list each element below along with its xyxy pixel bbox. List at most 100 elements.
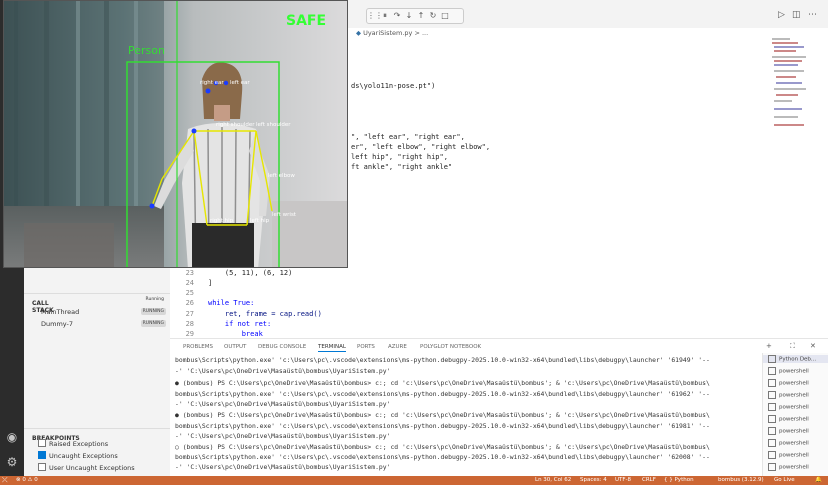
status-bar: ⤫ ⊗ 0 ⚠ 0 Ln 30, Col 62 Spaces: 4 UTF-8 … bbox=[0, 476, 828, 485]
line-number: 29 bbox=[185, 330, 194, 338]
terminal-list-item[interactable]: powershell bbox=[768, 451, 809, 459]
call-stack-state: Running bbox=[145, 297, 164, 302]
line-number: 24 bbox=[185, 279, 194, 287]
code-line[interactable]: ds\yolo11n-pose.pt") bbox=[351, 82, 435, 90]
checkbox[interactable] bbox=[38, 463, 46, 471]
line-ending[interactable]: CRLF bbox=[642, 477, 656, 483]
code-line[interactable]: break bbox=[208, 330, 263, 338]
stop-icon[interactable]: □ bbox=[439, 9, 451, 23]
tab-polyglot-notebook[interactable]: POLYGLOT NOTEBOOK bbox=[420, 344, 481, 350]
bottom-panel: PROBLEMS OUTPUT DEBUG CONSOLE TERMINAL P… bbox=[170, 338, 828, 477]
encoding[interactable]: UTF-8 bbox=[615, 477, 631, 483]
code-line[interactable]: er", "left elbow", "right elbow", bbox=[351, 143, 490, 151]
terminal-line: -' 'C:\Users\pc\OneDrive\Masaüstü\bombus… bbox=[175, 367, 391, 375]
debug-toolbar: ⋮⋮⏸ ↷ ↓ ↑ ↻ □ bbox=[366, 8, 464, 24]
checkbox[interactable] bbox=[38, 439, 46, 447]
terminal-line: -' 'C:\Users\pc\OneDrive\Masaüstü\bombus… bbox=[175, 400, 391, 408]
keypoint-label: left hip bbox=[250, 218, 270, 224]
thread-item[interactable]: Dummy-7 RUNNING bbox=[24, 318, 170, 329]
keypoint-label: left elbow bbox=[268, 173, 295, 179]
keypoint-label: right shoulder bbox=[216, 122, 255, 128]
call-stack-header[interactable]: ⌄ CALL STACK Running bbox=[24, 293, 170, 314]
code-line[interactable]: (5, 11), (6, 12) bbox=[208, 269, 292, 277]
go-live-button[interactable]: Go Live bbox=[774, 477, 795, 483]
tab-terminal[interactable]: TERMINAL bbox=[318, 344, 346, 352]
terminal-line: ● (bombus) PS C:\Users\pc\OneDrive\Masaü… bbox=[175, 411, 710, 419]
breakpoint-uncaught-exceptions[interactable]: Uncaught Exceptions bbox=[38, 451, 168, 462]
terminal-line: bombus\Scripts\python.exe' 'c:\Users\pc\… bbox=[175, 453, 710, 461]
breakpoint-user-uncaught-exceptions[interactable]: User Uncaught Exceptions bbox=[38, 463, 168, 474]
account-icon[interactable]: ◉ bbox=[5, 430, 19, 444]
line-number: 28 bbox=[185, 320, 194, 328]
run-icon[interactable]: ▷ bbox=[778, 10, 785, 20]
keypoint-label: left shoulder bbox=[256, 122, 291, 128]
line-number: 26 bbox=[185, 299, 194, 307]
terminal-list-item[interactable]: powershell bbox=[768, 415, 809, 423]
language-mode[interactable]: { } Python bbox=[664, 477, 694, 483]
terminal-line: bombus\Scripts\python.exe' 'c:\Users\pc\… bbox=[175, 422, 710, 430]
status-badge: RUNNING bbox=[140, 320, 166, 327]
code-line[interactable]: while True: bbox=[208, 299, 254, 307]
step-over-icon[interactable]: ↷ bbox=[391, 9, 403, 23]
keypoint-label: left ear bbox=[230, 80, 250, 86]
terminal-line: bombus\Scripts\python.exe' 'c:\Users\pc\… bbox=[175, 390, 710, 398]
close-panel-icon[interactable]: ✕ bbox=[810, 342, 816, 350]
person-detection-label: Person bbox=[128, 44, 165, 57]
pause-icon[interactable]: ⏸ bbox=[379, 9, 391, 23]
terminal-list-item[interactable]: powershell bbox=[768, 367, 809, 375]
python-environment[interactable]: bombus (3.12.9) bbox=[718, 477, 764, 483]
tab-output[interactable]: OUTPUT bbox=[224, 344, 246, 350]
terminal-list-item[interactable]: powershell bbox=[768, 379, 809, 387]
code-line[interactable]: left hip", "right hip", bbox=[351, 153, 448, 161]
terminal-list: Python Deb... powershell powershell powe… bbox=[762, 353, 828, 477]
tab-problems[interactable]: PROBLEMS bbox=[183, 344, 213, 350]
drag-handle-icon[interactable]: ⋮⋮ bbox=[367, 9, 383, 23]
line-number: 25 bbox=[185, 289, 194, 297]
thread-item[interactable]: MainThread RUNNING bbox=[24, 306, 170, 317]
checkbox[interactable] bbox=[38, 451, 46, 459]
terminal-line: ○ (bombus) PS C:\Users\pc\OneDrive\Masaü… bbox=[175, 443, 710, 451]
code-line[interactable]: ret, frame = cap.read() bbox=[208, 310, 322, 318]
keypoint-label: right hip bbox=[210, 218, 234, 224]
code-line[interactable]: ft ankle", "right ankle" bbox=[351, 163, 452, 171]
restart-icon[interactable]: ↻ bbox=[427, 9, 439, 23]
maximize-panel-icon[interactable]: ⛶ bbox=[790, 342, 795, 351]
line-number: 23 bbox=[185, 269, 194, 277]
terminal-list-item[interactable]: powershell bbox=[768, 463, 809, 471]
breakpoint-raised-exceptions[interactable]: Raised Exceptions bbox=[38, 439, 168, 450]
problems-count[interactable]: ⊗ 0 ⚠ 0 bbox=[16, 477, 38, 483]
tab-ports[interactable]: PORTS bbox=[357, 344, 375, 350]
keypoint-label: right ear bbox=[200, 80, 224, 86]
code-line[interactable]: ] bbox=[208, 279, 212, 287]
split-editor-icon[interactable]: ◫ bbox=[792, 10, 801, 20]
remote-icon[interactable]: ⤫ bbox=[2, 476, 8, 485]
terminal-line: -' 'C:\Users\pc\OneDrive\Masaüstü\bombus… bbox=[175, 432, 391, 440]
terminal-line: ● (bombus) PS C:\Users\pc\OneDrive\Masaü… bbox=[175, 379, 710, 387]
new-terminal-icon[interactable]: + bbox=[766, 342, 772, 350]
terminal-list-item[interactable]: powershell bbox=[768, 391, 809, 399]
terminal-list-item[interactable]: Python Deb... bbox=[763, 355, 828, 363]
keypoint-label: left wrist bbox=[272, 212, 296, 218]
code-line[interactable]: ", "left ear", "right ear", bbox=[351, 133, 465, 141]
step-into-icon[interactable]: ↓ bbox=[403, 9, 415, 23]
more-actions-icon[interactable]: ⋯ bbox=[808, 10, 817, 20]
step-out-icon[interactable]: ↑ bbox=[415, 9, 427, 23]
tab-azure[interactable]: AZURE bbox=[388, 344, 407, 350]
terminal-list-item[interactable]: powershell bbox=[768, 427, 809, 435]
line-number: 27 bbox=[185, 310, 194, 318]
status-badge: RUNNING bbox=[140, 308, 166, 315]
minimap[interactable] bbox=[770, 36, 822, 132]
tab-debug-console[interactable]: DEBUG CONSOLE bbox=[258, 344, 306, 350]
terminal-list-item[interactable]: powershell bbox=[768, 439, 809, 447]
cursor-position[interactable]: Ln 30, Col 62 bbox=[535, 477, 571, 483]
code-line[interactable]: if not ret: bbox=[208, 320, 271, 328]
terminal-list-item[interactable]: powershell bbox=[768, 403, 809, 411]
terminal-line: -' 'C:\Users\pc\OneDrive\Masaüstü\bombus… bbox=[175, 463, 391, 471]
terminal-line: bombus\Scripts\python.exe' 'c:\Users\pc\… bbox=[175, 356, 710, 364]
settings-gear-icon[interactable]: ⚙ bbox=[5, 455, 19, 469]
notifications-bell-icon[interactable]: 🔔 bbox=[815, 477, 822, 483]
breadcrumb[interactable]: ◆ UyariSistem.py > ... bbox=[356, 29, 428, 37]
pose-detection-window[interactable]: SAFE Person right ear left ear right sho… bbox=[3, 0, 348, 268]
indentation[interactable]: Spaces: 4 bbox=[580, 477, 607, 483]
safety-status-label: SAFE bbox=[286, 13, 327, 29]
